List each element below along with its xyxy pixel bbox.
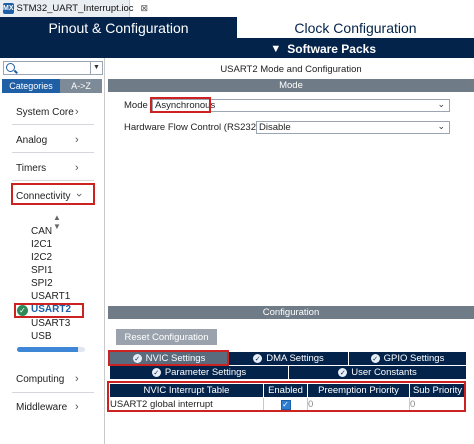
chevron-down-icon: ⌄ <box>437 121 445 131</box>
tab-dma-settings[interactable]: ✓ DMA Settings <box>229 352 348 365</box>
software-packs-label: Software Packs <box>287 41 376 56</box>
peripheral-spi2[interactable]: SPI2 <box>31 278 53 289</box>
reset-configuration-button[interactable]: Reset Configuration <box>116 329 217 345</box>
file-tab-title: STM32_UART_Interrupt.ioc <box>16 3 134 14</box>
chevron-right-icon[interactable]: › <box>75 401 79 413</box>
sort-arrow-icon: ▲ ▼ <box>53 213 61 231</box>
category-timers[interactable]: Timers <box>16 163 46 174</box>
mode-label: Mode <box>124 100 148 111</box>
sidebar-scrollbar[interactable] <box>17 347 85 352</box>
close-icon[interactable]: ⊠ <box>141 3 149 14</box>
mode-section-header: Mode <box>108 79 474 92</box>
category-middleware[interactable]: Middleware <box>16 402 67 413</box>
connectivity-highlight <box>11 183 95 205</box>
search-input[interactable]: ▼ <box>3 61 103 75</box>
divider <box>12 124 94 125</box>
search-icon <box>6 63 15 72</box>
flow-control-value: Disable <box>259 122 291 133</box>
peripheral-can[interactable]: CAN <box>31 226 52 237</box>
category-computing[interactable]: Computing <box>16 374 64 385</box>
category-system-core[interactable]: System Core <box>16 107 74 118</box>
chevron-right-icon[interactable]: › <box>75 373 79 385</box>
tab-a-z[interactable]: A->Z <box>60 79 102 93</box>
scrollbar-thumb[interactable] <box>17 347 79 352</box>
file-tab[interactable]: MX STM32_UART_Interrupt.ioc ⊠ <box>0 0 148 17</box>
check-icon: ✓ <box>370 354 380 363</box>
tab-label: GPIO Settings <box>383 353 445 364</box>
category-analog[interactable]: Analog <box>16 135 47 146</box>
peripheral-spi1[interactable]: SPI1 <box>31 265 53 276</box>
peripheral-i2c1[interactable]: I2C1 <box>31 239 52 250</box>
mx-icon: MX <box>3 3 14 14</box>
chevron-right-icon[interactable]: › <box>75 106 79 118</box>
tab-user-constants[interactable]: ✓ User Constants <box>289 366 466 379</box>
check-icon: ✓ <box>338 368 348 377</box>
category-tabs: Categories A->Z <box>2 79 102 93</box>
nvic-table-highlight <box>107 381 466 412</box>
software-packs-menu[interactable]: ▼ Software Packs <box>0 39 474 58</box>
stm32cubemx-window: MX STM32_UART_Interrupt.ioc ⊠ Pinout & C… <box>0 0 474 444</box>
tab-label: User Constants <box>351 367 417 378</box>
tab-categories[interactable]: Categories <box>2 79 60 93</box>
flow-control-select[interactable]: Disable ⌄ <box>256 121 450 134</box>
tab-gpio-settings[interactable]: ✓ GPIO Settings <box>349 352 466 365</box>
peripheral-usart3[interactable]: USART3 <box>31 318 70 329</box>
divider <box>12 152 94 153</box>
mode-highlight <box>150 97 211 113</box>
panel-title: USART2 Mode and Configuration <box>220 64 362 75</box>
chevron-right-icon[interactable]: › <box>75 162 79 174</box>
configuration-section-header: Configuration <box>108 306 474 319</box>
chevron-down-icon: ▼ <box>270 42 282 55</box>
chevron-down-icon: ⌄ <box>437 99 445 109</box>
tab-label: DMA Settings <box>266 353 324 364</box>
usart2-highlight <box>14 303 84 318</box>
check-icon: ✓ <box>151 368 161 377</box>
tab-clock-configuration[interactable]: Clock Configuration <box>237 17 474 39</box>
flow-control-label: Hardware Flow Control (RS232) <box>124 122 260 133</box>
check-icon: ✓ <box>253 354 263 363</box>
tab-pinout-configuration[interactable]: Pinout & Configuration <box>0 17 237 39</box>
nvic-tab-highlight <box>108 350 229 366</box>
tab-parameter-settings[interactable]: ✓ Parameter Settings <box>110 366 288 379</box>
chevron-right-icon[interactable]: › <box>75 134 79 146</box>
chevron-down-icon[interactable]: ▼ <box>90 62 102 74</box>
peripheral-usb[interactable]: USB <box>31 331 52 342</box>
peripheral-usart1[interactable]: USART1 <box>31 291 70 302</box>
tab-label: Parameter Settings <box>164 367 247 378</box>
divider <box>12 180 94 181</box>
peripheral-i2c2[interactable]: I2C2 <box>31 252 52 263</box>
divider <box>12 392 94 393</box>
